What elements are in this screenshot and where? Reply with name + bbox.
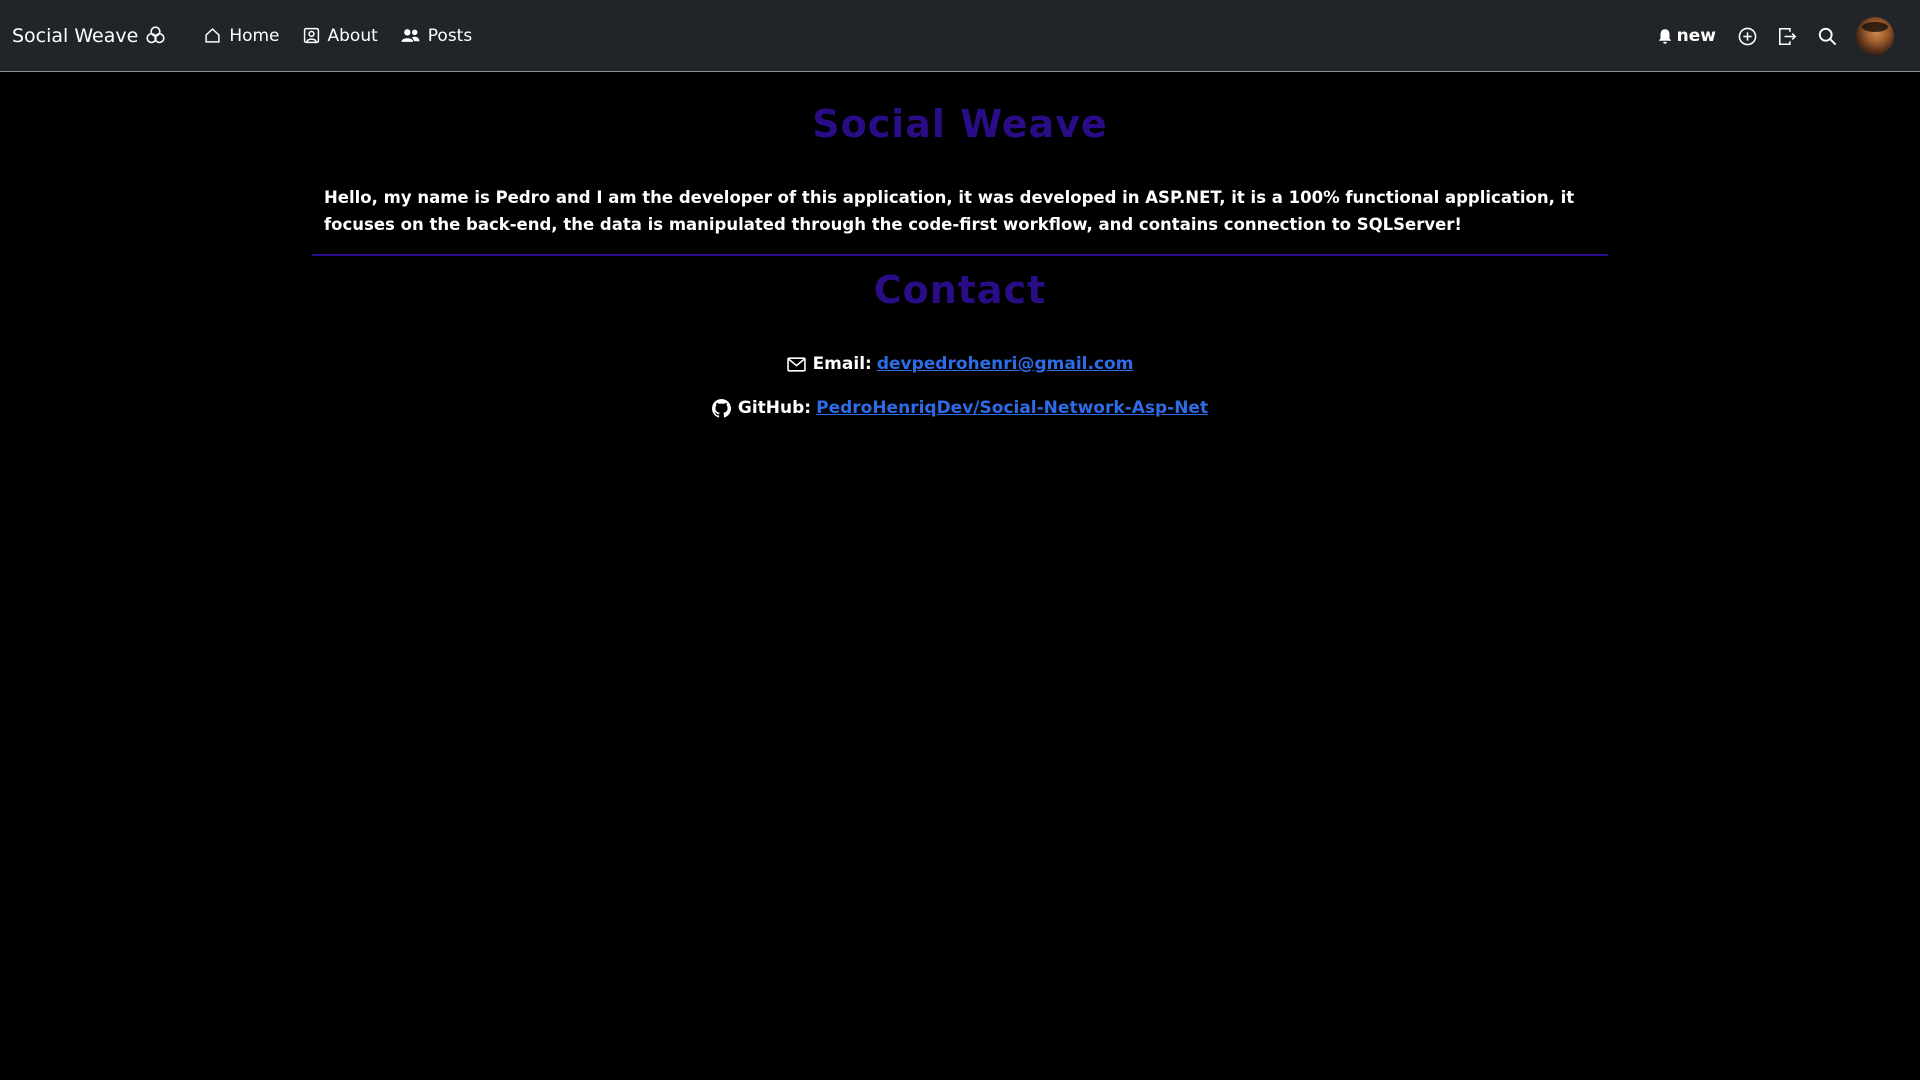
- github-label: GitHub:: [737, 398, 812, 418]
- search-icon: [1818, 27, 1836, 45]
- email-label: Email:: [812, 354, 872, 374]
- people-icon: [401, 29, 420, 42]
- house-icon: [205, 28, 220, 43]
- envelope-icon: [786, 356, 806, 372]
- contact-email-row: Email: devpedrohenri@gmail.com: [312, 354, 1608, 374]
- logout-icon: [1778, 27, 1796, 45]
- about-intro-text: Hello, my name is Pedro and I am the dev…: [324, 188, 1575, 234]
- nav-posts-label: Posts: [427, 25, 473, 46]
- github-icon: [711, 398, 731, 418]
- notifications-button[interactable]: new: [1658, 26, 1716, 46]
- nav-about-label: About: [327, 25, 378, 46]
- github-link[interactable]: PedroHenriqDev/Social-Network-Asp-Net: [816, 398, 1208, 418]
- create-post-button[interactable]: [1736, 25, 1758, 47]
- search-button[interactable]: [1816, 25, 1838, 47]
- logout-button[interactable]: [1776, 25, 1798, 47]
- page-title: Social Weave: [812, 102, 1108, 146]
- nav-home-label: Home: [229, 25, 280, 46]
- nav-posts-link[interactable]: Posts: [401, 26, 472, 46]
- brand-link[interactable]: Social Weave: [12, 25, 166, 47]
- bell-icon: [1658, 28, 1671, 44]
- main-nav: Home About Posts: [204, 26, 472, 46]
- about-page: Social Weave Hello, my name is Pedro and…: [312, 72, 1608, 418]
- brand-name: Social Weave: [12, 24, 139, 47]
- plus-circle-icon: [1738, 27, 1756, 45]
- person-badge-icon: [303, 27, 319, 44]
- contact-github-row: GitHub: PedroHenriqDev/Social-Network-As…: [312, 398, 1608, 418]
- navbar-actions: new: [1658, 0, 1894, 72]
- nav-about-link[interactable]: About: [303, 26, 378, 46]
- notifications-label: new: [1676, 26, 1716, 46]
- email-link[interactable]: devpedrohenri@gmail.com: [877, 354, 1134, 374]
- nav-home-link[interactable]: Home: [204, 25, 280, 46]
- top-navbar: Social Weave Home About Posts new: [0, 0, 1920, 72]
- section-divider: [312, 254, 1608, 256]
- weave-logo-icon: [146, 26, 165, 44]
- avatar[interactable]: [1856, 17, 1894, 55]
- contact-heading: Contact: [873, 268, 1047, 312]
